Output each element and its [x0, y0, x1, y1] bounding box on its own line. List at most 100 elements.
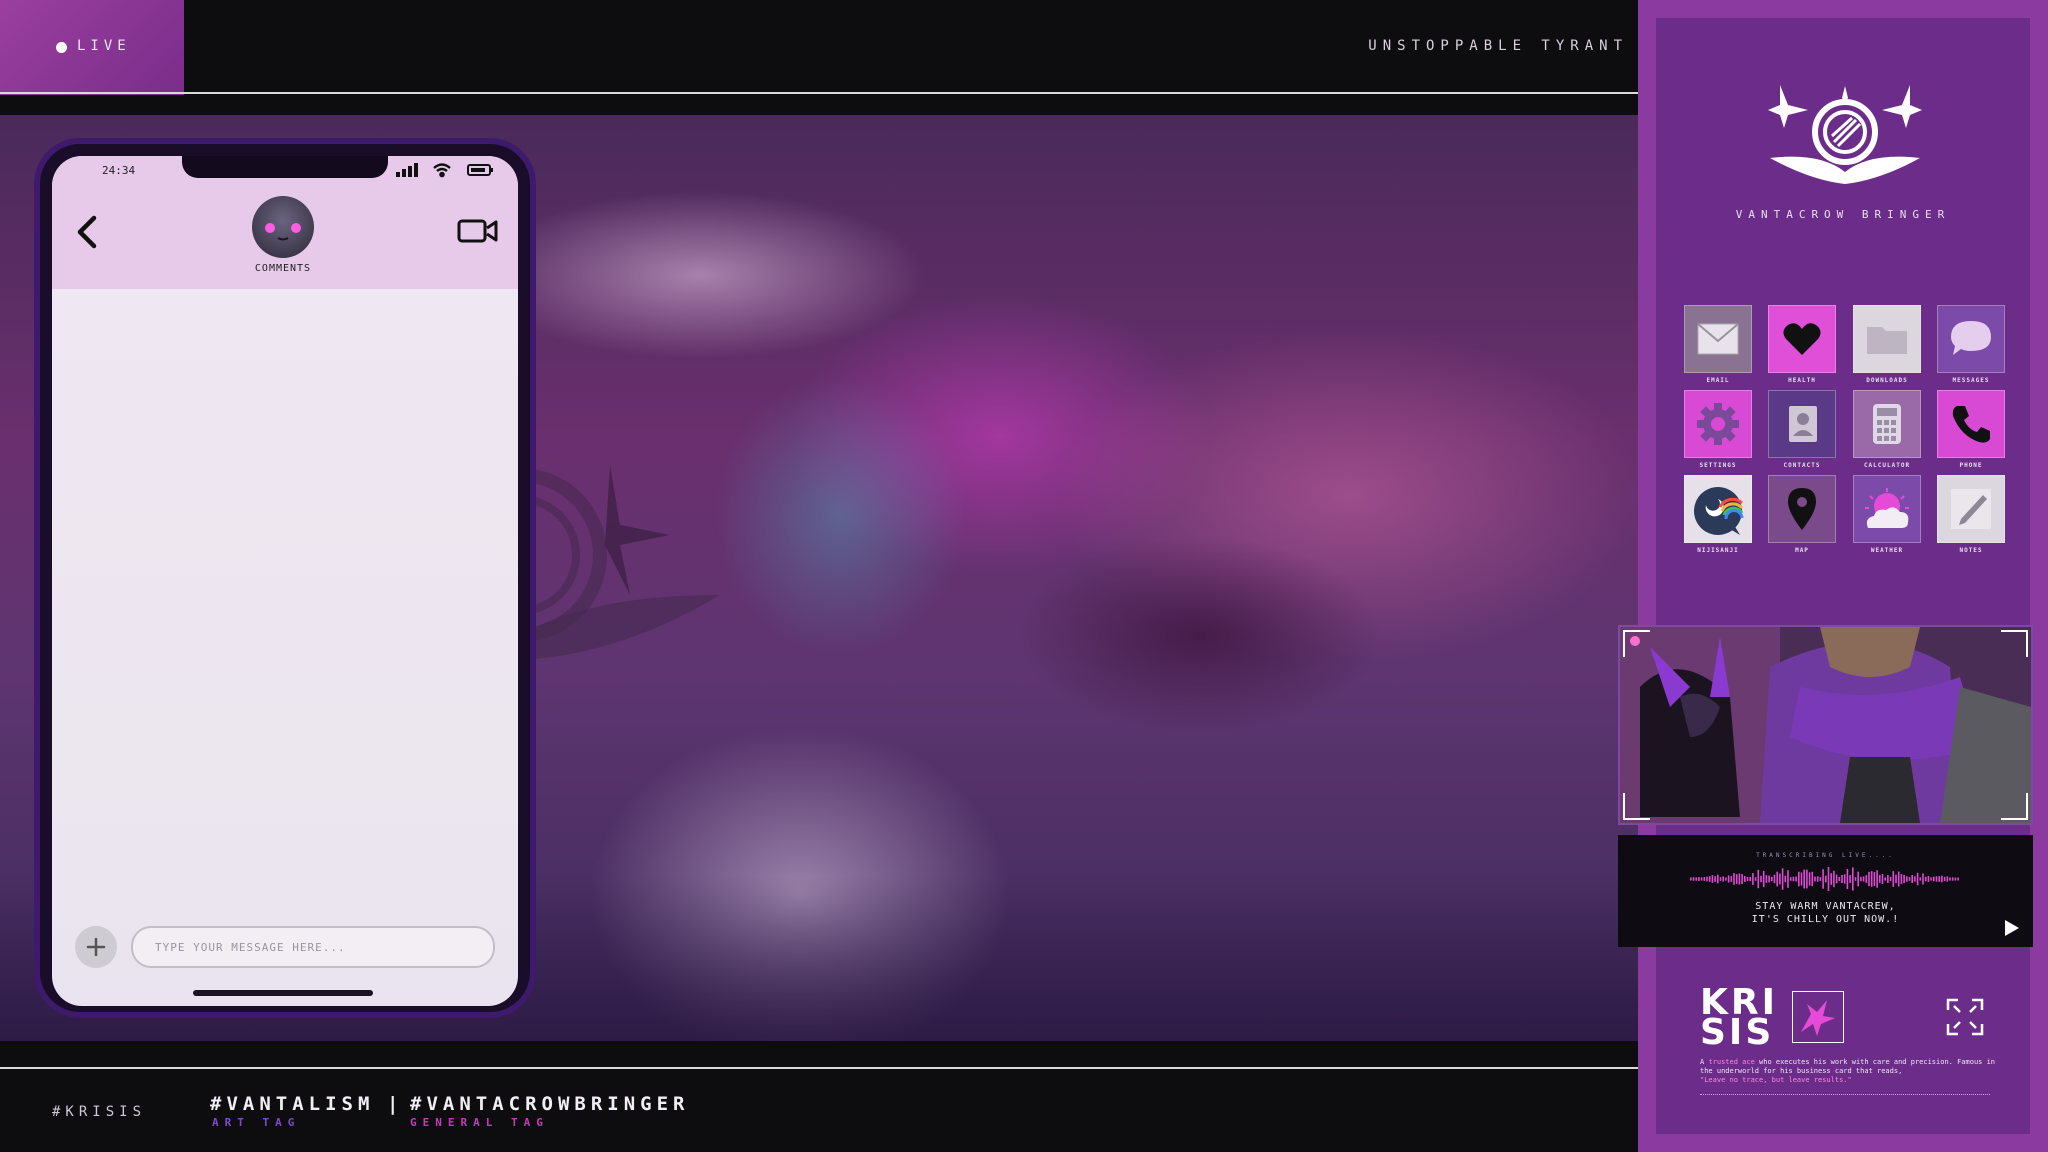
waveform-bar	[1806, 869, 1808, 889]
waveform-bar	[1811, 871, 1814, 887]
app-map-label: MAP	[1795, 547, 1809, 554]
profile-divider	[1700, 1094, 1990, 1095]
play-icon[interactable]	[2003, 918, 2021, 938]
waveform-bar	[1941, 875, 1943, 883]
message-input[interactable]	[131, 926, 495, 968]
crow-sigil-icon	[1801, 1000, 1835, 1036]
app-calculator[interactable]	[1853, 390, 1921, 458]
audio-waveform-icon	[1690, 867, 1959, 891]
home-indicator	[193, 990, 373, 996]
waveform-bar	[1895, 874, 1897, 884]
app-settings-label: SETTINGS	[1699, 462, 1737, 469]
phone-notch	[182, 156, 388, 178]
calculator-icon	[1873, 404, 1901, 444]
camera-corner-brackets	[1623, 630, 2028, 820]
expand-icon[interactable]	[1946, 998, 1984, 1036]
nijisanji-icon	[1694, 487, 1744, 535]
waveform-bar	[1714, 876, 1716, 882]
waveform-bar	[1803, 869, 1805, 889]
waveform-bar	[1800, 872, 1803, 886]
add-attachment-button[interactable]	[75, 926, 117, 968]
waveform-bar	[1860, 876, 1862, 882]
top-bar	[0, 0, 1638, 115]
waveform-bar	[1957, 877, 1959, 881]
back-icon[interactable]	[72, 212, 102, 252]
krisis-handle: #KRISIS	[52, 1104, 147, 1120]
app-nijisanji-label: NIJISANJI	[1697, 547, 1739, 554]
map-pin-icon	[1788, 488, 1816, 530]
tag-separator: |	[387, 1093, 404, 1115]
bio-highlight: trusted ace	[1708, 1058, 1755, 1066]
weather-icon	[1865, 488, 1909, 528]
waveform-bar	[1692, 877, 1695, 881]
waveform-bar	[1768, 875, 1770, 883]
app-phone-label: PHONE	[1959, 462, 1983, 469]
waveform-bar	[1752, 873, 1754, 885]
app-contacts[interactable]	[1768, 390, 1836, 458]
profile-name: KRI SIS	[1700, 985, 1790, 1051]
waveform-bar	[1870, 871, 1873, 887]
waveform-bar	[1771, 876, 1773, 882]
waveform-bar	[1903, 874, 1905, 884]
avatar-face-icon	[265, 223, 301, 241]
app-email[interactable]	[1684, 305, 1752, 373]
app-phone[interactable]	[1937, 390, 2005, 458]
waveform-bar	[1833, 870, 1835, 888]
waveform-bar	[1951, 877, 1954, 881]
waveform-bar	[1889, 876, 1892, 882]
waveform-bar	[1908, 877, 1911, 881]
waveform-bar	[1838, 876, 1841, 882]
stream-title: UNSTOPPABLE TYRANT	[1368, 38, 1628, 54]
waveform-bar	[1779, 873, 1781, 885]
waveform-bar	[1798, 871, 1800, 887]
art-tag-label: ART TAG	[212, 1116, 301, 1129]
waveform-bar	[1857, 871, 1859, 887]
waveform-bar	[1741, 873, 1743, 885]
notes-icon	[1951, 489, 1991, 529]
app-messages-label: MESSAGES	[1952, 377, 1990, 384]
waveform-bar	[1717, 874, 1719, 884]
general-tag-label: GENERAL TAG	[410, 1116, 549, 1129]
waveform-bar	[1700, 877, 1703, 881]
app-map[interactable]	[1768, 475, 1836, 543]
waveform-bar	[1954, 877, 1957, 881]
waveform-bar	[1822, 869, 1824, 889]
waveform-bar	[1690, 877, 1692, 881]
video-camera-icon[interactable]	[457, 216, 499, 246]
waveform-bar	[1698, 877, 1700, 881]
waveform-bar	[1935, 876, 1938, 882]
waveform-bar	[1735, 874, 1738, 884]
waveform-bar	[1911, 875, 1913, 883]
waveform-bar	[1825, 875, 1827, 883]
app-health[interactable]	[1768, 305, 1836, 373]
app-downloads-label: DOWNLOADS	[1866, 377, 1908, 384]
waveform-bar	[1938, 876, 1940, 882]
app-nijisanji[interactable]	[1684, 475, 1752, 543]
app-messages[interactable]	[1937, 305, 2005, 373]
waveform-bar	[1738, 873, 1741, 885]
waveform-bar	[1949, 877, 1951, 881]
app-settings[interactable]	[1684, 390, 1752, 458]
transcription-line-2: IT'S CHILLY OUT NOW.!	[1751, 914, 1900, 925]
transcription-line-1: STAY WARM VANTACREW,	[1755, 901, 1896, 912]
waveform-bar	[1843, 874, 1846, 884]
avatar[interactable]	[252, 196, 314, 258]
top-divider	[0, 92, 1638, 94]
waveform-bar	[1933, 876, 1935, 882]
waveform-bar	[1873, 872, 1876, 886]
gear-icon	[1697, 403, 1739, 445]
waveform-bar	[1730, 876, 1733, 882]
waveform-bar	[1887, 875, 1889, 883]
waveform-bar	[1865, 875, 1868, 883]
app-notes[interactable]	[1937, 475, 2005, 543]
app-weather[interactable]	[1853, 475, 1921, 543]
waveform-bar	[1881, 874, 1884, 884]
transcription-label: TRANSCRIBING LIVE....	[1756, 852, 1895, 859]
waveform-bar	[1787, 870, 1789, 888]
app-downloads[interactable]	[1853, 305, 1921, 373]
vantacrow-crest-icon	[1768, 85, 1922, 184]
waveform-bar	[1919, 877, 1922, 881]
general-tag: #VANTACROWBRINGER	[410, 1093, 690, 1115]
waveform-bar	[1892, 871, 1895, 887]
app-calculator-label: CALCULATOR	[1863, 462, 1911, 469]
